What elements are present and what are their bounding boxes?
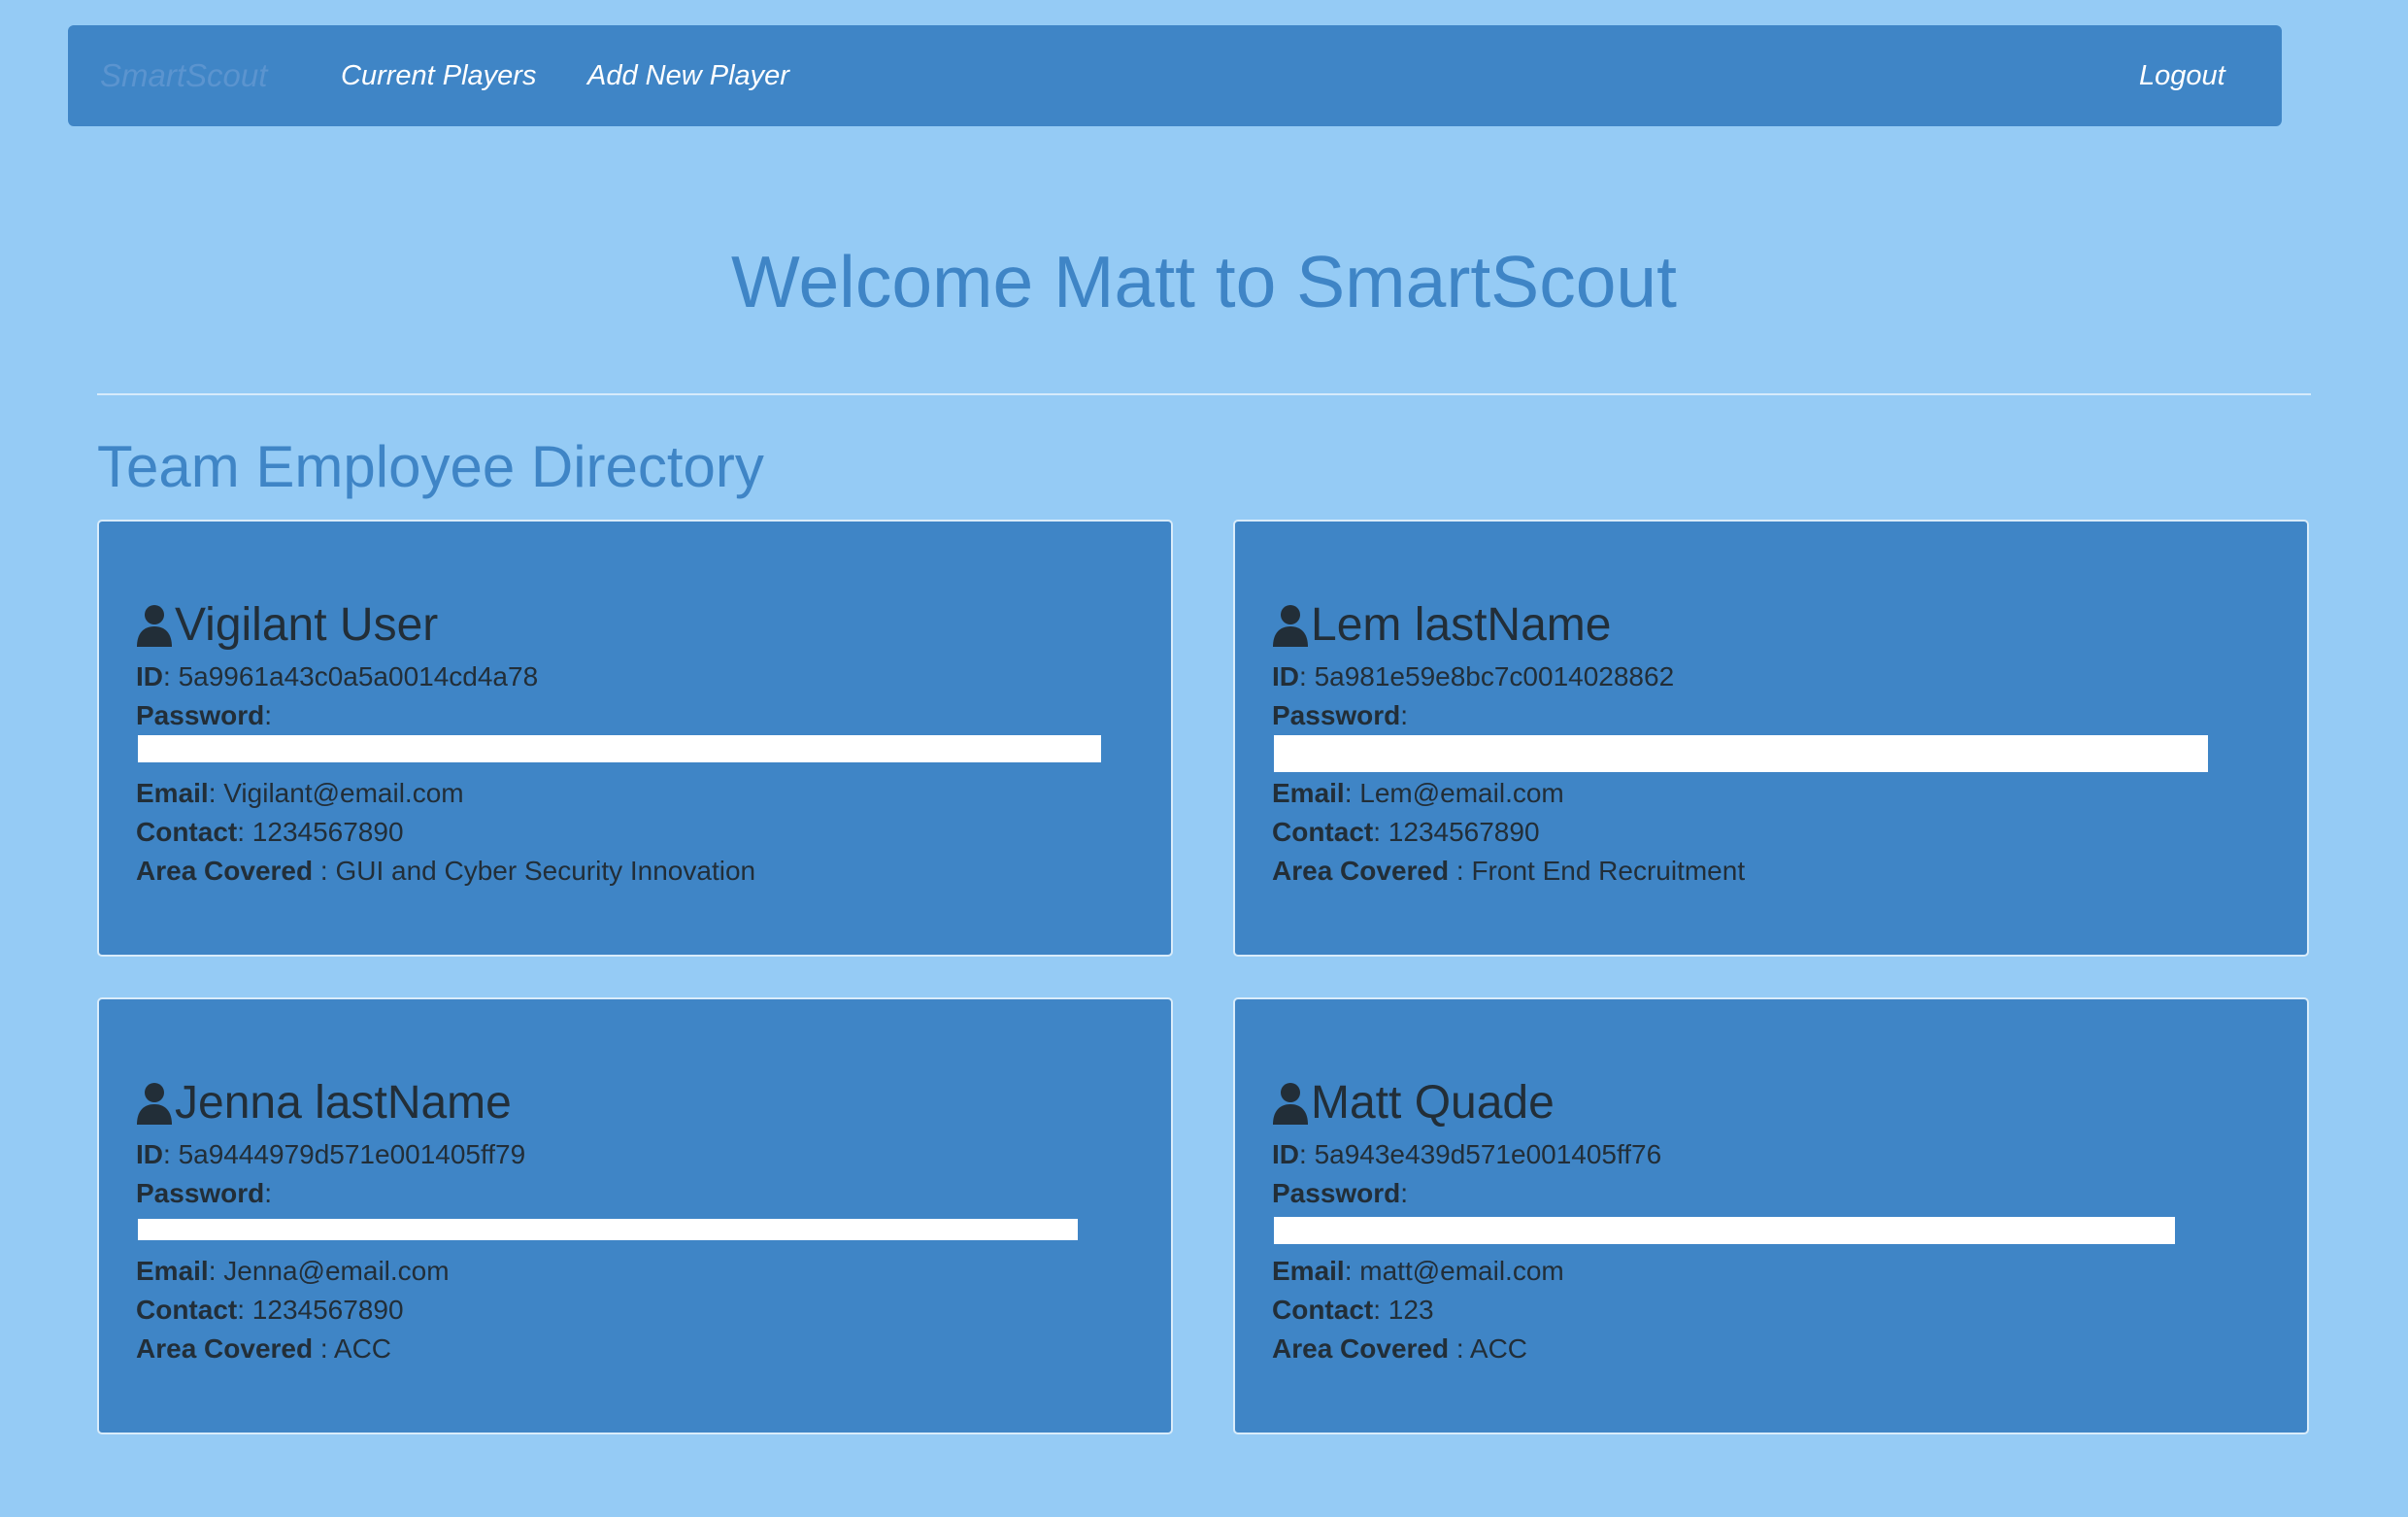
employee-name: Matt Quade — [1311, 1077, 1555, 1129]
email-value: Lem@email.com — [1359, 778, 1564, 808]
redaction-bar — [1274, 1217, 2175, 1244]
employee-email: Email: Lem@email.com — [1272, 778, 1564, 808]
id-value: 5a943e439d571e001405ff76 — [1314, 1139, 1662, 1169]
area-label: Area Covered — [1272, 856, 1450, 886]
contact-label: Contact — [136, 1295, 238, 1325]
employee-card: Lem lastName ID: 5a981e59e8bc7c001402886… — [1233, 520, 2309, 957]
employee-password: Password: — [1272, 700, 1409, 730]
password-label: Password — [1272, 1178, 1401, 1208]
id-value: 5a9444979d571e001405ff79 — [178, 1139, 526, 1169]
navbar: SmartScout Current Players Add New Playe… — [68, 25, 2282, 126]
password-label: Password — [136, 1178, 265, 1208]
employee-name-row: Lem lastName — [1272, 593, 2278, 657]
area-value: GUI and Cyber Security Innovation — [335, 856, 756, 886]
contact-value: 1234567890 — [1388, 817, 1540, 847]
redaction-bar — [138, 1219, 1078, 1240]
id-label: ID — [1272, 1139, 1299, 1169]
contact-value: 1234567890 — [251, 1295, 404, 1325]
employee-name-row: Matt Quade — [1272, 1071, 2278, 1135]
section-title: Team Employee Directory — [97, 434, 764, 499]
employee-area: Area Covered : Front End Recruitment — [1272, 856, 1746, 886]
email-label: Email — [1272, 778, 1345, 808]
contact-label: Contact — [1272, 817, 1374, 847]
email-label: Email — [1272, 1256, 1345, 1286]
redaction-bar — [1274, 735, 2208, 772]
email-value: Vigilant@email.com — [223, 778, 464, 808]
user-icon — [137, 1083, 172, 1125]
welcome-heading: Welcome Matt to SmartScout — [731, 241, 1677, 322]
employee-name-row: Jenna lastName — [136, 1071, 1142, 1135]
employee-id: ID: 5a943e439d571e001405ff76 — [1272, 1139, 1662, 1169]
user-icon — [137, 605, 172, 647]
redaction-bar — [138, 735, 1101, 762]
area-label: Area Covered — [1272, 1333, 1450, 1364]
password-label: Password — [1272, 700, 1401, 730]
employee-name: Jenna lastName — [175, 1077, 512, 1129]
employee-card: Jenna lastName ID: 5a9444979d571e001405f… — [97, 997, 1173, 1434]
area-label: Area Covered — [136, 856, 314, 886]
contact-label: Contact — [136, 817, 238, 847]
area-value: ACC — [1469, 1333, 1528, 1364]
employee-card: Matt Quade ID: 5a943e439d571e001405ff76 … — [1233, 997, 2309, 1434]
password-value-redacted — [1272, 1213, 2278, 1252]
contact-value: 1234567890 — [251, 817, 404, 847]
password-value-redacted — [1272, 735, 2278, 774]
employee-card: Vigilant User ID: 5a9961a43c0a5a0014cd4a… — [97, 520, 1173, 957]
email-value: matt@email.com — [1359, 1256, 1564, 1286]
employee-id: ID: 5a9444979d571e001405ff79 — [136, 1139, 526, 1169]
area-value: Front End Recruitment — [1471, 856, 1746, 886]
employee-id: ID: 5a981e59e8bc7c0014028862 — [1272, 661, 1675, 691]
employee-area: Area Covered : ACC — [1272, 1333, 1528, 1364]
password-value-redacted — [136, 735, 1142, 774]
employee-contact: Contact: 1234567890 — [136, 1295, 404, 1325]
employee-contact: Contact: 1234567890 — [136, 817, 404, 847]
id-value: 5a981e59e8bc7c0014028862 — [1314, 661, 1675, 691]
employee-password: Password: — [136, 700, 273, 730]
employee-password: Password: — [1272, 1178, 1409, 1208]
email-value: Jenna@email.com — [223, 1256, 450, 1286]
nav-current-players[interactable]: Current Players — [341, 25, 536, 126]
id-label: ID — [136, 661, 163, 691]
divider — [97, 393, 2311, 395]
id-label: ID — [1272, 661, 1299, 691]
employee-area: Area Covered : GUI and Cyber Security In… — [136, 856, 756, 886]
employee-email: Email: Jenna@email.com — [136, 1256, 450, 1286]
area-label: Area Covered — [136, 1333, 314, 1364]
employee-email: Email: matt@email.com — [1272, 1256, 1564, 1286]
employee-id: ID: 5a9961a43c0a5a0014cd4a78 — [136, 661, 539, 691]
password-label: Password — [136, 700, 265, 730]
user-icon — [1273, 605, 1308, 647]
employee-name: Lem lastName — [1311, 599, 1612, 651]
employee-email: Email: Vigilant@email.com — [136, 778, 464, 808]
nav-logout[interactable]: Logout — [2139, 25, 2225, 126]
employee-password: Password: — [136, 1178, 273, 1208]
id-value: 5a9961a43c0a5a0014cd4a78 — [178, 661, 539, 691]
id-label: ID — [136, 1139, 163, 1169]
contact-value: 123 — [1388, 1295, 1434, 1325]
employee-area: Area Covered : ACC — [136, 1333, 392, 1364]
area-value: ACC — [333, 1333, 392, 1364]
email-label: Email — [136, 1256, 209, 1286]
contact-label: Contact — [1272, 1295, 1374, 1325]
email-label: Email — [136, 778, 209, 808]
employee-name-row: Vigilant User — [136, 593, 1142, 657]
brand-logo[interactable]: SmartScout — [100, 25, 267, 126]
employee-contact: Contact: 123 — [1272, 1295, 1434, 1325]
employee-name: Vigilant User — [175, 599, 439, 651]
user-icon — [1273, 1083, 1308, 1125]
password-value-redacted — [136, 1213, 1142, 1252]
employee-contact: Contact: 1234567890 — [1272, 817, 1540, 847]
nav-add-new-player[interactable]: Add New Player — [587, 25, 789, 126]
